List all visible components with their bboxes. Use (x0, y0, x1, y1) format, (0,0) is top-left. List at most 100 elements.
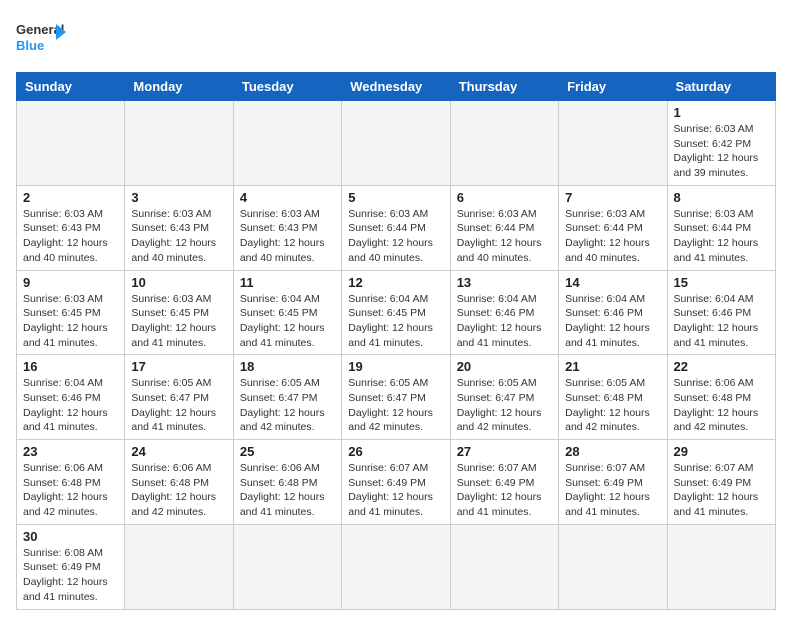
day-number: 24 (131, 444, 226, 459)
calendar-cell: 6 Sunrise: 6:03 AM Sunset: 6:44 PM Daylig… (450, 185, 558, 270)
day-info: Sunrise: 6:07 AM Sunset: 6:49 PM Dayligh… (457, 461, 552, 520)
calendar-cell: 24 Sunrise: 6:06 AM Sunset: 6:48 PM Dayli… (125, 440, 233, 525)
day-number: 15 (674, 275, 769, 290)
day-number: 2 (23, 190, 118, 205)
calendar-cell: 13 Sunrise: 6:04 AM Sunset: 6:46 PM Dayli… (450, 270, 558, 355)
day-info: Sunrise: 6:06 AM Sunset: 6:48 PM Dayligh… (674, 376, 769, 435)
calendar-cell (342, 524, 450, 609)
day-info: Sunrise: 6:04 AM Sunset: 6:46 PM Dayligh… (674, 292, 769, 351)
calendar-week-4: 16Sunrise: 6:04 AM Sunset: 6:46 PM Dayli… (17, 355, 776, 440)
day-number: 27 (457, 444, 552, 459)
day-number: 9 (23, 275, 118, 290)
calendar-cell: 7Sunrise: 6:03 AM Sunset: 6:44 PM Daylig… (559, 185, 667, 270)
weekday-header-wednesday: Wednesday (342, 73, 450, 101)
day-number: 19 (348, 359, 443, 374)
day-number: 22 (674, 359, 769, 374)
calendar-cell (450, 524, 558, 609)
calendar-cell: 20 Sunrise: 6:05 AM Sunset: 6:47 PM Dayli… (450, 355, 558, 440)
calendar-cell: 3 Sunrise: 6:03 AM Sunset: 6:43 PM Daylig… (125, 185, 233, 270)
header: General Blue (16, 16, 776, 60)
day-number: 16 (23, 359, 118, 374)
calendar-cell (559, 101, 667, 186)
day-info: Sunrise: 6:03 AM Sunset: 6:44 PM Dayligh… (457, 207, 552, 266)
day-number: 23 (23, 444, 118, 459)
calendar-cell (17, 101, 125, 186)
calendar-cell (667, 524, 775, 609)
day-info: Sunrise: 6:05 AM Sunset: 6:48 PM Dayligh… (565, 376, 660, 435)
day-info: Sunrise: 6:03 AM Sunset: 6:44 PM Dayligh… (348, 207, 443, 266)
day-number: 17 (131, 359, 226, 374)
calendar-week-2: 2 Sunrise: 6:03 AM Sunset: 6:43 PM Daylig… (17, 185, 776, 270)
day-number: 13 (457, 275, 552, 290)
calendar-cell: 10 Sunrise: 6:03 AM Sunset: 6:45 PM Dayli… (125, 270, 233, 355)
calendar-week-5: 23 Sunrise: 6:06 AM Sunset: 6:48 PM Dayli… (17, 440, 776, 525)
day-info: Sunrise: 6:03 AM Sunset: 6:43 PM Dayligh… (131, 207, 226, 266)
calendar-week-6: 30 Sunrise: 6:08 AM Sunset: 6:49 PM Dayli… (17, 524, 776, 609)
day-info: Sunrise: 6:07 AM Sunset: 6:49 PM Dayligh… (348, 461, 443, 520)
day-number: 18 (240, 359, 335, 374)
calendar-cell: 12 Sunrise: 6:04 AM Sunset: 6:45 PM Dayli… (342, 270, 450, 355)
day-info: Sunrise: 6:06 AM Sunset: 6:48 PM Dayligh… (240, 461, 335, 520)
calendar-cell: 19 Sunrise: 6:05 AM Sunset: 6:47 PM Dayli… (342, 355, 450, 440)
day-info: Sunrise: 6:07 AM Sunset: 6:49 PM Dayligh… (674, 461, 769, 520)
day-number: 30 (23, 529, 118, 544)
calendar-cell: 11Sunrise: 6:04 AM Sunset: 6:45 PM Dayli… (233, 270, 341, 355)
calendar-cell: 21 Sunrise: 6:05 AM Sunset: 6:48 PM Dayli… (559, 355, 667, 440)
calendar-table: SundayMondayTuesdayWednesdayThursdayFrid… (16, 72, 776, 610)
day-number: 12 (348, 275, 443, 290)
day-info: Sunrise: 6:03 AM Sunset: 6:44 PM Dayligh… (565, 207, 660, 266)
weekday-header-tuesday: Tuesday (233, 73, 341, 101)
weekday-header-friday: Friday (559, 73, 667, 101)
day-info: Sunrise: 6:03 AM Sunset: 6:44 PM Dayligh… (674, 207, 769, 266)
calendar-cell: 25 Sunrise: 6:06 AM Sunset: 6:48 PM Dayli… (233, 440, 341, 525)
calendar-cell: 8 Sunrise: 6:03 AM Sunset: 6:44 PM Daylig… (667, 185, 775, 270)
day-info: Sunrise: 6:05 AM Sunset: 6:47 PM Dayligh… (457, 376, 552, 435)
calendar-cell: 29 Sunrise: 6:07 AM Sunset: 6:49 PM Dayli… (667, 440, 775, 525)
calendar-cell: 2 Sunrise: 6:03 AM Sunset: 6:43 PM Daylig… (17, 185, 125, 270)
day-number: 20 (457, 359, 552, 374)
calendar-week-3: 9 Sunrise: 6:03 AM Sunset: 6:45 PM Daylig… (17, 270, 776, 355)
day-info: Sunrise: 6:03 AM Sunset: 6:42 PM Dayligh… (674, 122, 769, 181)
calendar-cell: 26Sunrise: 6:07 AM Sunset: 6:49 PM Dayli… (342, 440, 450, 525)
weekday-header-row: SundayMondayTuesdayWednesdayThursdayFrid… (17, 73, 776, 101)
day-number: 6 (457, 190, 552, 205)
day-number: 10 (131, 275, 226, 290)
calendar-cell (450, 101, 558, 186)
calendar-week-1: 1 Sunrise: 6:03 AM Sunset: 6:42 PM Daylig… (17, 101, 776, 186)
calendar-cell: 30 Sunrise: 6:08 AM Sunset: 6:49 PM Dayli… (17, 524, 125, 609)
weekday-header-saturday: Saturday (667, 73, 775, 101)
calendar-cell (233, 524, 341, 609)
day-info: Sunrise: 6:03 AM Sunset: 6:45 PM Dayligh… (131, 292, 226, 351)
calendar-cell (559, 524, 667, 609)
day-info: Sunrise: 6:08 AM Sunset: 6:49 PM Dayligh… (23, 546, 118, 605)
day-info: Sunrise: 6:05 AM Sunset: 6:47 PM Dayligh… (240, 376, 335, 435)
day-info: Sunrise: 6:04 AM Sunset: 6:45 PM Dayligh… (348, 292, 443, 351)
calendar-cell: 5 Sunrise: 6:03 AM Sunset: 6:44 PM Daylig… (342, 185, 450, 270)
calendar-cell: 15 Sunrise: 6:04 AM Sunset: 6:46 PM Dayli… (667, 270, 775, 355)
day-number: 4 (240, 190, 335, 205)
calendar-cell: 1 Sunrise: 6:03 AM Sunset: 6:42 PM Daylig… (667, 101, 775, 186)
day-info: Sunrise: 6:03 AM Sunset: 6:45 PM Dayligh… (23, 292, 118, 351)
day-info: Sunrise: 6:04 AM Sunset: 6:46 PM Dayligh… (457, 292, 552, 351)
calendar-cell: 16Sunrise: 6:04 AM Sunset: 6:46 PM Dayli… (17, 355, 125, 440)
day-number: 28 (565, 444, 660, 459)
day-number: 5 (348, 190, 443, 205)
day-info: Sunrise: 6:06 AM Sunset: 6:48 PM Dayligh… (131, 461, 226, 520)
day-info: Sunrise: 6:05 AM Sunset: 6:47 PM Dayligh… (348, 376, 443, 435)
day-number: 21 (565, 359, 660, 374)
day-info: Sunrise: 6:06 AM Sunset: 6:48 PM Dayligh… (23, 461, 118, 520)
day-number: 8 (674, 190, 769, 205)
day-number: 29 (674, 444, 769, 459)
day-number: 1 (674, 105, 769, 120)
calendar-cell: 18 Sunrise: 6:05 AM Sunset: 6:47 PM Dayli… (233, 355, 341, 440)
calendar-cell (233, 101, 341, 186)
day-number: 14 (565, 275, 660, 290)
weekday-header-thursday: Thursday (450, 73, 558, 101)
day-info: Sunrise: 6:03 AM Sunset: 6:43 PM Dayligh… (23, 207, 118, 266)
calendar-cell (125, 101, 233, 186)
day-number: 3 (131, 190, 226, 205)
calendar-cell: 28Sunrise: 6:07 AM Sunset: 6:49 PM Dayli… (559, 440, 667, 525)
day-number: 25 (240, 444, 335, 459)
calendar-cell: 9 Sunrise: 6:03 AM Sunset: 6:45 PM Daylig… (17, 270, 125, 355)
calendar-cell: 4Sunrise: 6:03 AM Sunset: 6:43 PM Daylig… (233, 185, 341, 270)
